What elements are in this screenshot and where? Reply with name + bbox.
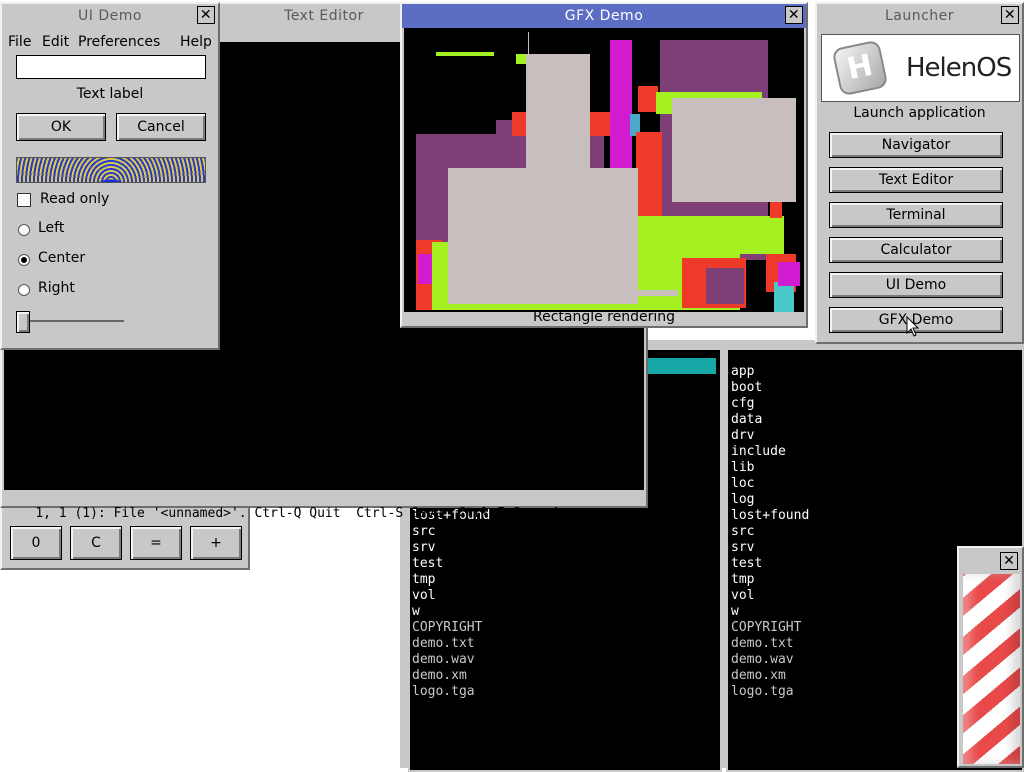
barber-pole-stripes [963,574,1020,764]
close-icon[interactable]: ✕ [197,6,215,24]
launch-text-editor-button[interactable]: Text Editor [829,167,1003,193]
file-list-item[interactable]: drv [731,428,809,444]
file-list-item[interactable]: lost+found [731,508,809,524]
radio-right[interactable] [18,284,30,296]
gfx-caption: Rectangle rendering [532,309,676,325]
file-list-item[interactable]: test [731,556,809,572]
file-list-item[interactable]: vol [731,588,809,604]
editor-status-bar: 1, 1 (1): File '<unnamed>'. Ctrl-Q Quit … [4,490,644,521]
calc-button-plus[interactable]: + [190,526,242,560]
close-icon[interactable]: ✕ [1000,552,1018,570]
file-list-item[interactable]: demo.xm [412,668,490,684]
close-icon[interactable]: ✕ [1001,6,1019,24]
slider-thumb[interactable] [16,311,30,333]
ui-demo-titlebar[interactable]: UI Demo ✕ [2,4,218,28]
read-only-checkbox[interactable] [17,193,31,207]
file-list-item[interactable]: loc [731,476,809,492]
file-list-item[interactable]: src [731,524,809,540]
radio-left[interactable] [18,224,30,236]
file-list-item[interactable]: demo.wav [731,652,809,668]
gfx-demo-title: GFX Demo [564,8,644,24]
slider-track[interactable] [18,320,124,322]
menu-preferences[interactable]: Preferences [78,34,160,50]
file-list-item[interactable]: vol [412,588,490,604]
helenos-logo: H HelenOS [821,34,1020,102]
menu-edit[interactable]: Edit [42,34,69,50]
cancel-button[interactable]: Cancel [116,113,206,141]
launcher-heading: Launch application [853,105,986,121]
right-file-list[interactable]: app boot cfg data drv include lib loc log lost+fo… [731,364,809,700]
file-list-item[interactable]: tmp [412,572,490,588]
gfx-demo-titlebar[interactable]: GFX Demo ✕ [402,4,806,28]
launch-ui-demo-button[interactable]: UI Demo [829,272,1003,298]
launch-calculator-button[interactable]: Calculator [829,237,1003,263]
file-list-item[interactable]: COPYRIGHT [412,620,490,636]
radio-right-label: Right [38,280,75,296]
file-list-item[interactable]: srv [731,540,809,556]
text-entry[interactable] [16,55,206,79]
file-list-item[interactable]: lib [731,460,809,476]
launcher-window: Launcher ✕ H HelenOS Launch application … [815,2,1024,344]
radio-left-label: Left [38,220,65,236]
file-list-item[interactable]: COPYRIGHT [731,620,809,636]
text-editor-title: Text Editor [284,8,364,24]
ok-button[interactable]: OK [16,113,106,141]
logo-h-icon: H [831,39,889,97]
logo-text: HelenOS [906,53,1012,83]
file-list-item[interactable]: src [412,524,490,540]
file-list-item[interactable]: demo.xm [731,668,809,684]
calc-button-clear[interactable]: C [70,526,122,560]
calc-button-equals[interactable]: = [130,526,182,560]
gfx-canvas [404,28,804,312]
file-list-item[interactable]: demo.wav [412,652,490,668]
file-list-item[interactable]: cfg [731,396,809,412]
mouse-pointer-icon [906,316,920,337]
text-label: Text label [76,86,144,102]
file-list-item[interactable]: logo.tga [731,684,809,700]
launch-terminal-button[interactable]: Terminal [829,202,1003,228]
radio-center[interactable] [18,254,30,266]
read-only-label: Read only [40,191,110,207]
file-list-item[interactable]: demo.txt [731,636,809,652]
file-list-item[interactable]: demo.txt [412,636,490,652]
file-list-item[interactable]: tmp [731,572,809,588]
file-list-item[interactable]: boot [731,380,809,396]
barber-pole-window: ✕ [957,546,1024,768]
file-list-item[interactable]: log [731,492,809,508]
gfx-demo-window: GFX Demo ✕ Rectangle rendering [400,2,808,328]
file-list-item[interactable]: app [731,364,809,380]
pattern-image [16,157,206,183]
ui-demo-title: UI Demo [78,8,142,24]
file-list-item[interactable]: test [412,556,490,572]
left-file-list[interactable]: lost+foundsrcsrvtesttmpvolwCOPYRIGHTdemo… [412,508,490,700]
menu-help[interactable]: Help [180,34,212,50]
launcher-titlebar[interactable]: Launcher ✕ [817,4,1022,28]
file-list-item[interactable]: w [412,604,490,620]
file-list-item[interactable]: data [731,412,809,428]
menu-file[interactable]: File [8,34,31,50]
file-list-item[interactable]: include [731,444,809,460]
launcher-title: Launcher [884,8,955,24]
launch-navigator-button[interactable]: Navigator [829,132,1003,158]
selection-bar [648,358,716,374]
close-icon[interactable]: ✕ [785,6,803,24]
file-list-item[interactable]: logo.tga [412,684,490,700]
radio-center-label: Center [38,250,86,266]
ui-demo-window: UI Demo ✕ File Edit Preferences Help Tex… [0,2,220,350]
file-list-item[interactable]: srv [412,540,490,556]
file-list-item[interactable]: w [731,604,809,620]
status-text: 1, 1 (1): File '<unnamed>'. Ctrl-Q Quit … [35,506,568,521]
